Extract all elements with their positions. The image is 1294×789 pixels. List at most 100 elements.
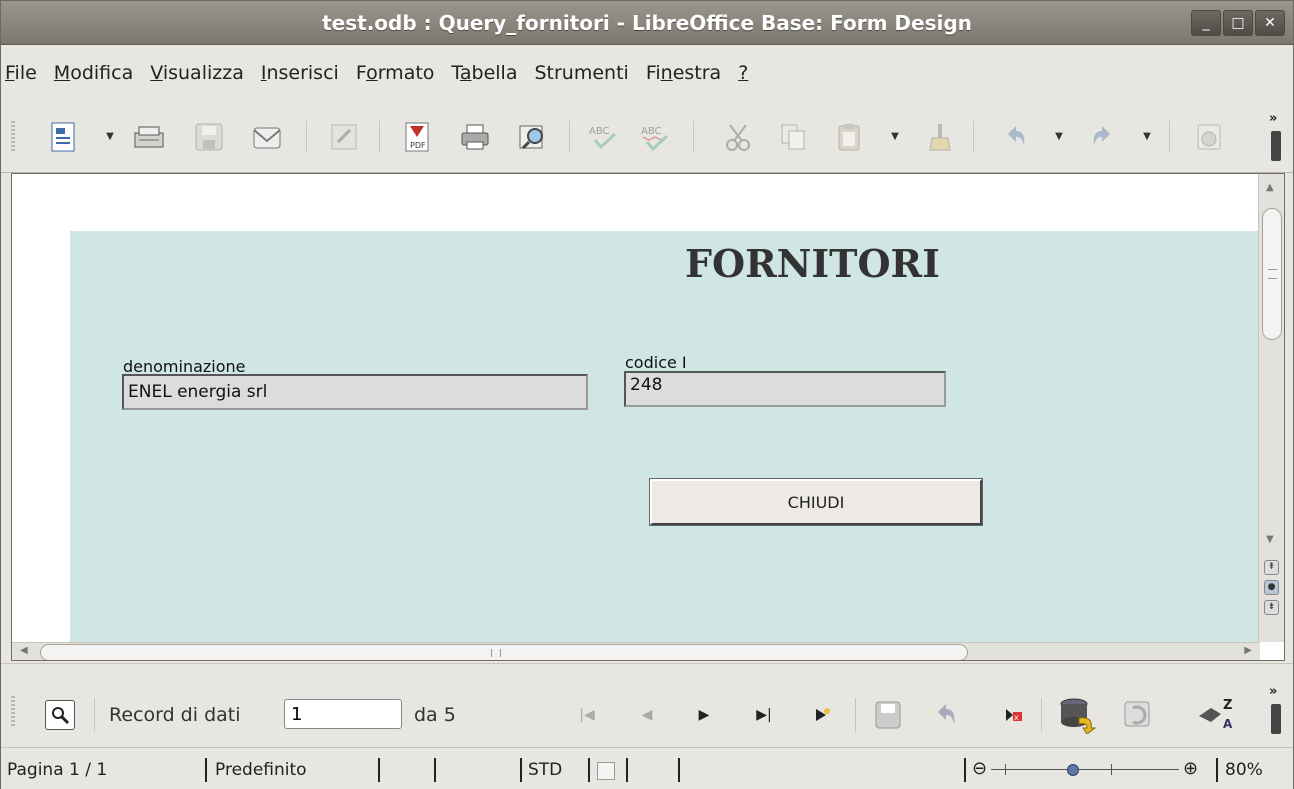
status-separator — [1216, 758, 1218, 782]
record-number-input[interactable]: 1 — [284, 699, 402, 729]
codice-field[interactable]: 248 — [624, 371, 946, 407]
previous-page-icon[interactable]: ⇞ — [1264, 560, 1279, 575]
chiudi-button[interactable]: CHIUDI — [650, 479, 982, 525]
undo-icon[interactable] — [997, 119, 1033, 155]
document-area[interactable]: FORNITORI denominazione ENEL energia srl… — [11, 173, 1285, 661]
print-icon[interactable] — [457, 119, 493, 155]
close-button[interactable]: ✕ — [1255, 10, 1285, 36]
window-title: test.odb : Query_fornitori - LibreOffice… — [322, 11, 972, 35]
menu-modifica[interactable]: Modifica — [54, 62, 133, 84]
status-separator — [205, 758, 207, 782]
previous-record-icon[interactable]: ◀ — [632, 700, 662, 730]
menu-formato[interactable]: Formato — [356, 62, 435, 84]
scroll-right-icon[interactable]: ▶ — [1244, 645, 1252, 656]
form-background: FORNITORI denominazione ENEL energia srl… — [70, 231, 1260, 660]
standard-toolbar: ▼ PDF ABC ABC ▼ ▼ ▼ » — [1, 101, 1293, 173]
toolbar-separator — [306, 121, 307, 153]
save-record-icon[interactable] — [873, 700, 903, 730]
new-dropdown-icon[interactable]: ▼ — [104, 131, 116, 143]
toolbar-separator — [379, 121, 380, 153]
zoom-out-icon[interactable]: ⊖ — [972, 758, 987, 779]
open-icon[interactable] — [131, 119, 167, 155]
zoom-slider-track[interactable] — [991, 769, 1179, 770]
minimize-button[interactable]: _ — [1191, 10, 1221, 36]
navigation-icon[interactable]: ● — [1264, 580, 1279, 595]
scroll-up-icon[interactable]: ▲ — [1266, 182, 1274, 193]
paste-icon[interactable] — [831, 119, 867, 155]
menu-file[interactable]: File — [5, 62, 37, 84]
find-record-icon[interactable] — [45, 700, 75, 730]
toolbar-separator — [855, 698, 856, 732]
new-record-icon[interactable] — [807, 700, 837, 730]
preview-icon[interactable] — [515, 119, 551, 155]
sort-icon[interactable]: ZA — [1197, 698, 1237, 731]
status-separator — [964, 758, 966, 782]
svg-text:A: A — [1223, 717, 1233, 731]
menu-tabella[interactable]: Tabella — [451, 62, 517, 84]
page-style[interactable]: Predefinito — [215, 760, 307, 780]
cut-icon[interactable] — [721, 119, 757, 155]
toolbar-separator — [973, 121, 974, 153]
form-navigation-toolbar: Record di dati 1 da 5 |◀ ◀ ▶ ▶| x ZA » — [1, 663, 1293, 745]
record-label: Record di dati — [109, 704, 241, 726]
status-separator — [378, 758, 380, 782]
copy-icon[interactable] — [775, 119, 811, 155]
delete-record-icon[interactable]: x — [999, 700, 1029, 730]
paste-dropdown-icon[interactable]: ▼ — [889, 131, 901, 143]
codice-label: codice I — [625, 353, 687, 372]
email-icon[interactable] — [249, 119, 285, 155]
status-separator — [588, 758, 590, 782]
zoom-level[interactable]: 80% — [1225, 760, 1263, 780]
undo-dropdown-icon[interactable]: ▼ — [1053, 131, 1065, 143]
menu-visualizza[interactable]: Visualizza — [150, 62, 244, 84]
toolbar-separator — [1041, 698, 1042, 732]
save-icon[interactable] — [191, 119, 227, 155]
zoom-in-icon[interactable]: ⊕ — [1183, 758, 1198, 779]
window-controls: _ □ ✕ — [1191, 10, 1285, 36]
svg-text:Z: Z — [1223, 698, 1232, 713]
last-record-icon[interactable]: ▶| — [749, 700, 779, 730]
record-total-label: da 5 — [414, 704, 456, 726]
navigator-icon[interactable] — [1191, 119, 1227, 155]
title-bar[interactable]: test.odb : Query_fornitori - LibreOffice… — [1, 1, 1293, 45]
toolbar-grip[interactable] — [11, 121, 15, 153]
svg-text:PDF: PDF — [410, 141, 426, 150]
vertical-scroll-thumb[interactable] — [1262, 208, 1282, 340]
menu-help[interactable]: ? — [738, 62, 748, 84]
refresh-icon[interactable] — [1055, 692, 1099, 736]
vertical-scrollbar[interactable]: ▲ ▼ ⇞ ● ⇟ — [1258, 174, 1284, 642]
scroll-down-icon[interactable]: ▼ — [1266, 534, 1274, 545]
edit-icon[interactable] — [326, 119, 362, 155]
menu-finestra[interactable]: Finestra — [646, 62, 721, 84]
menu-inserisci[interactable]: Inserisci — [261, 62, 339, 84]
toolbar-overflow-icon[interactable]: » — [1269, 111, 1283, 163]
menu-bar: File Modifica Visualizza Inserisci Forma… — [1, 46, 1293, 100]
redo-icon[interactable] — [1085, 119, 1121, 155]
form-title: FORNITORI — [685, 241, 940, 286]
toolbar-grip[interactable] — [11, 696, 15, 728]
zoom-slider-thumb[interactable] — [1067, 764, 1079, 776]
denominazione-field[interactable]: ENEL energia srl — [122, 374, 588, 410]
redo-dropdown-icon[interactable]: ▼ — [1141, 131, 1153, 143]
menu-strumenti[interactable]: Strumenti — [534, 62, 628, 84]
document-modified-icon — [597, 762, 615, 780]
first-record-icon[interactable]: |◀ — [572, 700, 602, 730]
format-paintbrush-icon[interactable] — [921, 119, 957, 155]
libreoffice-window: test.odb : Query_fornitori - LibreOffice… — [0, 0, 1294, 789]
spellcheck-icon[interactable]: ABC — [585, 119, 621, 155]
refresh-control-icon[interactable] — [1117, 692, 1161, 736]
scroll-left-icon[interactable]: ◀ — [20, 645, 28, 656]
next-page-icon[interactable]: ⇟ — [1264, 600, 1279, 615]
navbar-overflow-icon[interactable]: » — [1269, 684, 1283, 736]
selection-mode[interactable]: STD — [528, 760, 562, 780]
pdf-icon[interactable]: PDF — [399, 119, 435, 155]
status-separator — [520, 758, 522, 782]
horizontal-scrollbar[interactable]: ◀ ▶ — [12, 642, 1260, 660]
undo-record-icon[interactable] — [931, 700, 961, 730]
new-icon[interactable] — [45, 119, 81, 155]
maximize-button[interactable]: □ — [1223, 10, 1253, 36]
horizontal-scroll-thumb[interactable] — [40, 644, 968, 660]
status-separator — [678, 758, 680, 782]
next-record-icon[interactable]: ▶ — [689, 700, 719, 730]
autospell-icon[interactable]: ABC — [637, 119, 673, 155]
